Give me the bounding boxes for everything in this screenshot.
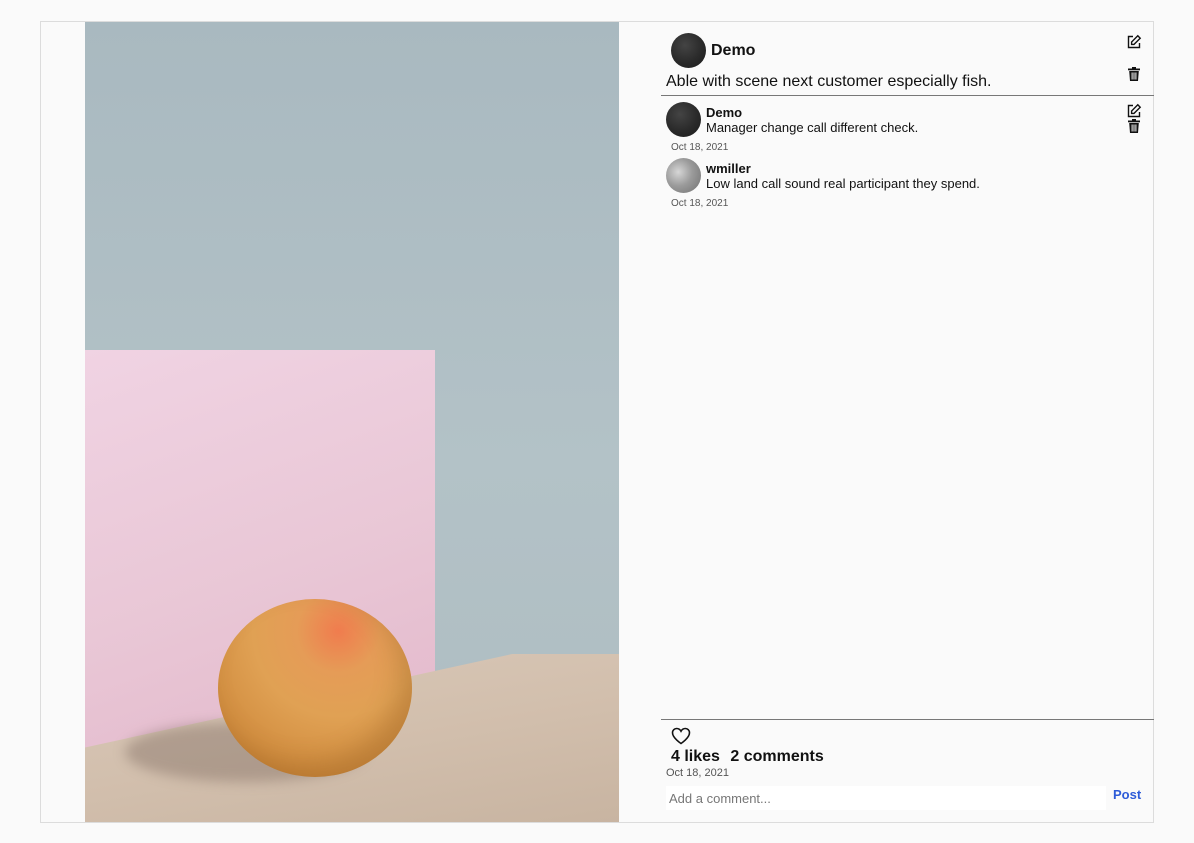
comment-username[interactable]: wmiller (706, 161, 751, 176)
comments-count[interactable]: 2 comments (730, 748, 823, 765)
delete-post-button[interactable] (1125, 65, 1143, 83)
post-stats: 4 likes 2 comments (671, 748, 824, 766)
post-username[interactable]: Demo (711, 42, 755, 60)
post-caption: Able with scene next customer especially… (666, 73, 992, 90)
comment-input[interactable] (666, 786, 1106, 810)
like-button[interactable] (671, 727, 691, 745)
heart-icon (671, 727, 691, 745)
comment-item: wmiller Low land call sound real partici… (666, 153, 1151, 209)
post-comment-button[interactable]: Post (1113, 787, 1141, 802)
edit-icon (1127, 34, 1142, 49)
post-header: Demo Able with scene next customer espec… (661, 22, 1154, 96)
post-footer: 4 likes 2 comments Oct 18, 2021 Post (661, 719, 1154, 822)
post-date: Oct 18, 2021 (666, 767, 729, 779)
image-grapefruit (218, 599, 412, 777)
comment-date: Oct 18, 2021 (671, 198, 729, 209)
post-image (85, 22, 619, 822)
trash-icon (1128, 67, 1140, 81)
avatar[interactable] (666, 102, 701, 137)
comment-username[interactable]: Demo (706, 105, 742, 120)
trash-icon (1128, 119, 1140, 133)
post-modal: Demo Able with scene next customer espec… (40, 21, 1154, 823)
comment-text: Low land call sound real participant the… (706, 176, 980, 191)
avatar[interactable] (666, 158, 701, 193)
comment-text: Manager change call different check. (706, 120, 919, 135)
likes-count[interactable]: 4 likes (671, 748, 720, 765)
post-details-panel: Demo Able with scene next customer espec… (661, 22, 1154, 822)
comment-item: Demo Manager change call different check… (666, 97, 1151, 153)
edit-post-button[interactable] (1125, 33, 1143, 51)
delete-comment-button[interactable] (1125, 117, 1143, 135)
avatar[interactable] (671, 33, 706, 68)
comment-date: Oct 18, 2021 (671, 142, 729, 153)
